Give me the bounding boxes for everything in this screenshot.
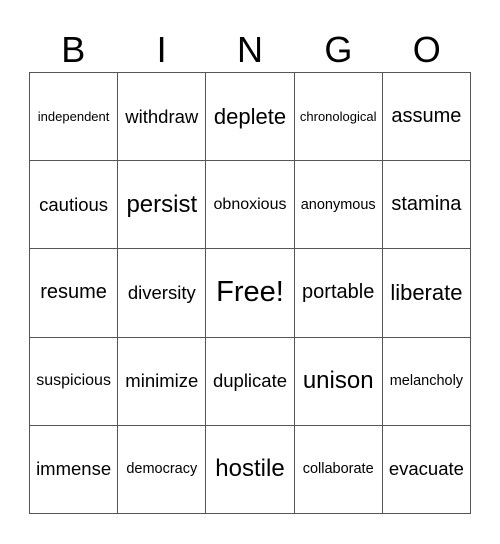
bingo-cell[interactable]: assume — [382, 73, 471, 162]
bingo-cell[interactable]: resume — [30, 249, 119, 338]
header-letter-n: N — [236, 29, 263, 70]
bingo-cell[interactable]: unison — [294, 337, 383, 426]
bingo-cell[interactable]: diversity — [118, 249, 207, 338]
bingo-cell[interactable]: minimize — [118, 337, 207, 426]
bingo-cell[interactable]: evacuate — [382, 425, 471, 514]
bingo-cell[interactable]: stamina — [382, 161, 471, 250]
bingo-cell[interactable]: democracy — [118, 425, 207, 514]
bingo-cell[interactable]: anonymous — [294, 161, 383, 250]
bingo-header: B I N G O — [29, 28, 471, 72]
bingo-cell[interactable]: persist — [118, 161, 207, 250]
bingo-cell[interactable]: melancholy — [382, 337, 471, 426]
bingo-cell[interactable]: independent — [30, 73, 119, 162]
bingo-cell[interactable]: liberate — [382, 249, 471, 338]
free-space-cell[interactable]: Free! — [206, 249, 295, 338]
bingo-cell[interactable]: immense — [30, 425, 119, 514]
bingo-cell[interactable]: duplicate — [206, 337, 295, 426]
bingo-cell[interactable]: cautious — [30, 161, 119, 250]
header-letter-o: O — [412, 29, 441, 70]
header-letter-b: B — [61, 29, 86, 70]
bingo-cell[interactable]: obnoxious — [206, 161, 295, 250]
bingo-cell[interactable]: hostile — [206, 425, 295, 514]
header-letter-g: G — [324, 29, 353, 70]
header-letter-i: I — [156, 29, 167, 70]
bingo-cell[interactable]: suspicious — [30, 337, 119, 426]
bingo-cell[interactable]: deplete — [206, 73, 295, 162]
bingo-grid: independent withdraw deplete chronologic… — [29, 72, 471, 514]
bingo-cell[interactable]: chronological — [294, 73, 383, 162]
bingo-cell[interactable]: collaborate — [294, 425, 383, 514]
bingo-cell[interactable]: portable — [294, 249, 383, 338]
bingo-cell[interactable]: withdraw — [118, 73, 207, 162]
